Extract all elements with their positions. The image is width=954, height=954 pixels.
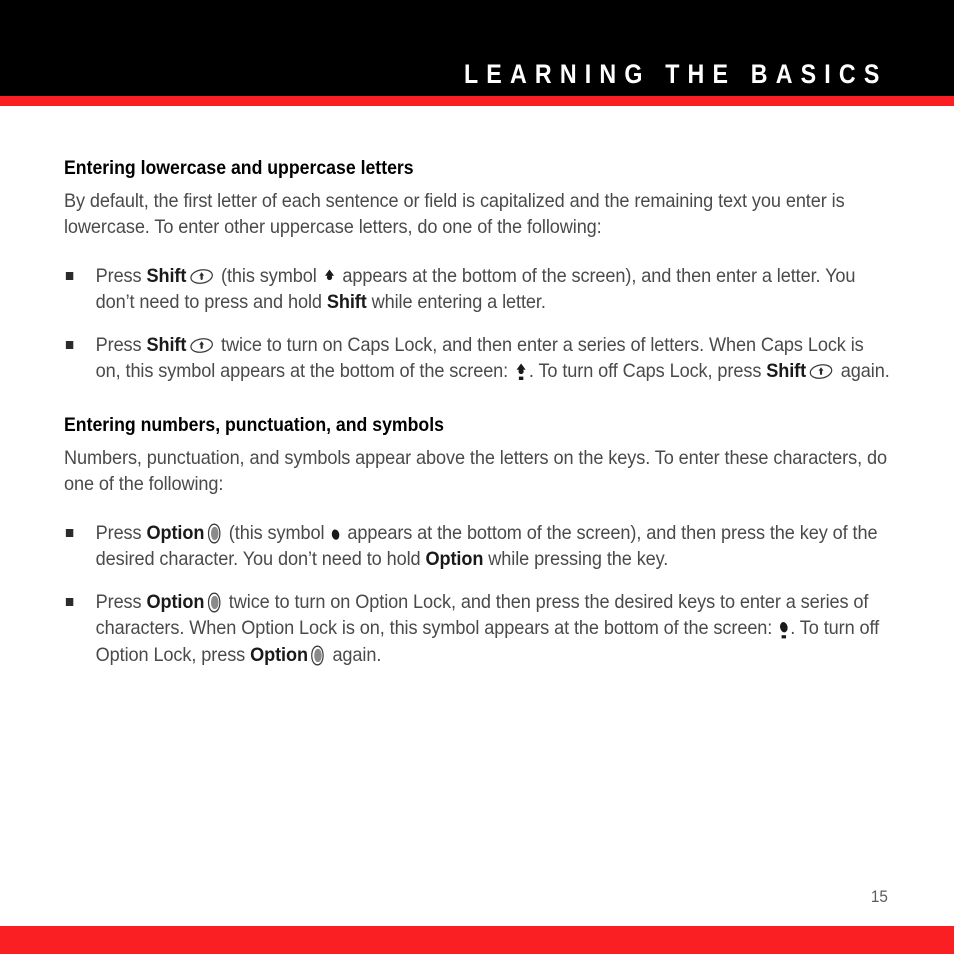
square-bullet-icon: [65, 528, 74, 537]
shift-key-icon: [189, 337, 213, 354]
bullet-text-part: again.: [835, 360, 890, 383]
page-title: LEARNING THE BASICS: [464, 59, 888, 89]
section-heading: Entering lowercase and uppercase letters: [64, 158, 414, 179]
bullet-bold-key: Option: [146, 521, 205, 544]
option-key-icon: [207, 523, 221, 544]
square-bullet-icon: [65, 271, 74, 280]
shift-key-icon: [809, 363, 833, 380]
list-item: Press Shift (this symbol appears at the …: [64, 263, 890, 316]
bullet-text-part: Press: [95, 264, 147, 287]
bullet-text-part: . To turn off Caps Lock, press: [528, 360, 767, 383]
bullet-text-part: Press: [95, 590, 147, 613]
bullet-bold-key: Shift: [146, 264, 187, 287]
section-paragraph: By default, the first letter of each sen…: [64, 189, 845, 239]
header-red-rule: [0, 96, 954, 106]
bullet-bold-key: Shift: [326, 291, 367, 314]
document-content: Entering lowercase and uppercase letters…: [64, 158, 890, 668]
bullet-text-part: (this symbol: [216, 264, 322, 287]
bullet-bold-key: Option: [146, 590, 205, 613]
bullet-text-part: (this symbol: [223, 521, 330, 544]
shift-arrow-symbol-icon: [323, 268, 335, 285]
option-key-icon: [207, 592, 221, 613]
bullet-list: Press Shift (this symbol appears at the …: [64, 263, 890, 385]
bullet-bold-key: Option: [250, 643, 308, 666]
square-bullet-icon: [65, 597, 74, 606]
bullet-text-part: while pressing the key.: [483, 548, 669, 571]
bullet-bold-key: Option: [425, 548, 484, 571]
section-paragraph: Numbers, punctuation, and symbols appear…: [64, 446, 887, 496]
option-lock-symbol-icon: [779, 620, 788, 640]
square-bullet-icon: [65, 340, 74, 349]
shift-key-icon: [189, 268, 213, 285]
footer-red-rule: [0, 926, 954, 954]
list-item: Press Option twice to turn on Option Loc…: [64, 589, 890, 669]
bullet-text-part: again.: [327, 643, 382, 666]
list-item: Press Shift twice to turn on Caps Lock, …: [64, 332, 890, 385]
section-uppercase-letters: Entering lowercase and uppercase letters…: [64, 158, 890, 385]
option-key-icon: [311, 645, 325, 666]
caps-lock-symbol-icon: [515, 362, 527, 383]
bullet-bold-key: Shift: [146, 333, 187, 356]
bullet-bold-key: Shift: [766, 360, 807, 383]
header-band: LEARNING THE BASICS: [0, 0, 954, 96]
option-dot-symbol-icon: [331, 527, 340, 541]
page-number: 15: [870, 887, 888, 906]
section-numbers-punctuation-symbols: Entering numbers, punctuation, and symbo…: [64, 415, 890, 668]
bullet-list: Press Option (this symbol appears at the…: [64, 520, 890, 669]
bullet-text-part: Press: [95, 333, 147, 356]
bullet-text-part: Press: [95, 521, 147, 544]
bullet-text-part: while entering a letter.: [366, 291, 546, 314]
section-heading: Entering numbers, punctuation, and symbo…: [64, 414, 444, 436]
list-item: Press Option (this symbol appears at the…: [64, 520, 890, 573]
